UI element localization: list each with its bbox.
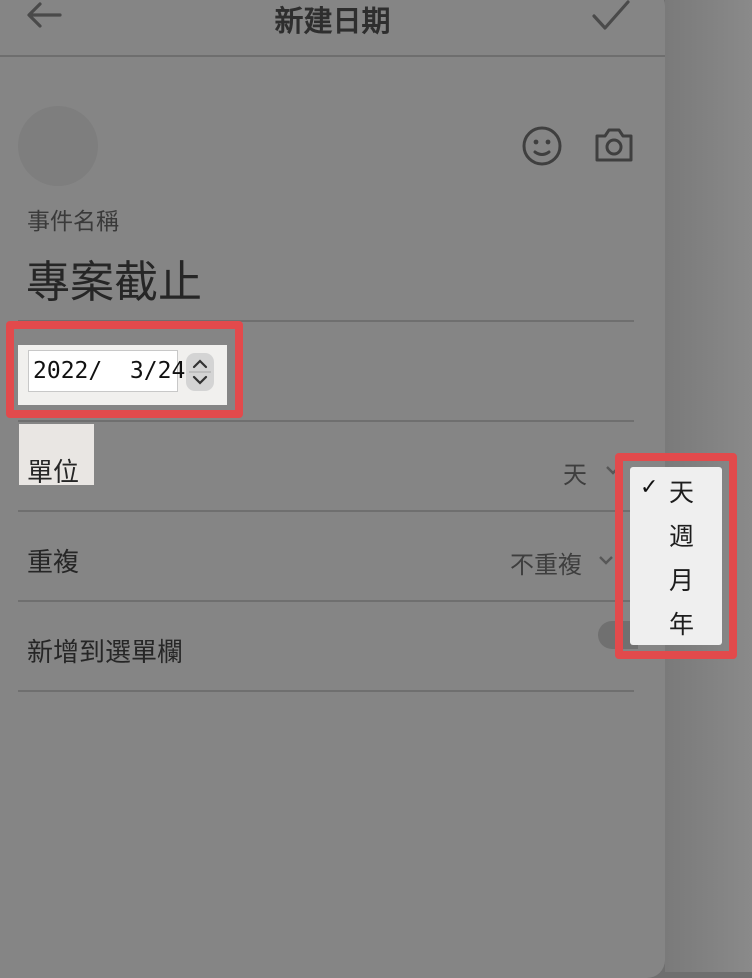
add-to-menubar-label: 新增到選單欄: [27, 638, 184, 668]
repeat-value[interactable]: 不重複: [510, 545, 582, 580]
checkmark-icon[interactable]: [590, 0, 632, 34]
divider: [18, 600, 634, 602]
chevron-down-icon: [599, 556, 613, 565]
event-icon-placeholder[interactable]: [18, 106, 98, 186]
date-highlight-box: [6, 321, 243, 418]
navigation-bar: 新建日期: [0, 0, 665, 57]
emoji-face-icon[interactable]: [521, 125, 563, 167]
divider: [18, 420, 634, 422]
event-name-input[interactable]: 專案截止: [26, 246, 202, 310]
divider: [18, 690, 634, 692]
event-name-label: 事件名稱: [27, 209, 119, 235]
divider: [18, 510, 634, 512]
page-title: 新建日期: [274, 4, 391, 38]
menu-highlight-box: [615, 453, 737, 659]
repeat-label: 重複: [27, 548, 80, 578]
unit-label: 單位: [27, 458, 80, 488]
new-date-sheet: 新建日期 事件名稱 專案截止 單位 天 重複 不重複 新增到選單欄: [0, 0, 665, 978]
unit-value[interactable]: 天: [563, 455, 587, 490]
camera-icon[interactable]: [593, 126, 635, 164]
